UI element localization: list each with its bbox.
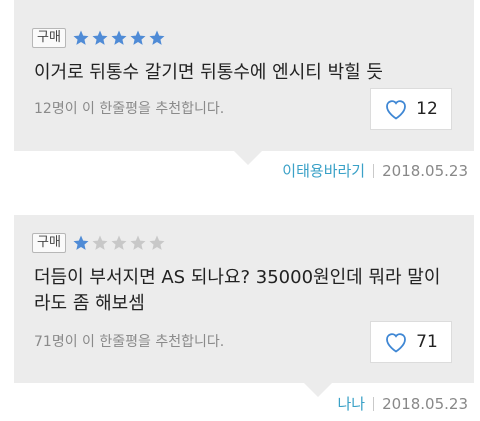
review-meta: 나나 2018.05.23 [338,393,469,414]
author-link[interactable]: 이태용바라기 [282,160,365,181]
star-rating [72,234,167,252]
star-icon [130,30,146,45]
purchase-badge: 구매 [32,28,66,48]
like-count: 12 [416,99,438,119]
heart-icon [386,333,407,353]
star-icon [73,30,89,45]
review-date: 2018.05.23 [382,161,468,180]
review-text: 이거로 뒤통수 갈기면 뒤통수에 엔시티 박힐 듯 [34,62,383,83]
like-button[interactable]: 71 [370,321,452,363]
star-icon [149,30,165,45]
heart-icon [386,100,407,120]
purchase-badge: 구매 [32,233,66,253]
star-rating [72,29,167,47]
review-meta: 이태용바라기 2018.05.23 [282,160,468,181]
star-icon [111,235,127,250]
divider [373,396,375,411]
review-text: 더듬이 부서지면 AS 되나요? 35000원인데 뭐라 말이 라도 좀 해보셈 [34,267,441,314]
like-count: 71 [416,332,438,352]
star-icon [111,30,127,45]
star-icon [149,235,165,250]
divider [373,163,375,178]
review-header: 구매 [32,233,167,253]
recommend-count-text: 71명이 이 한줄평을 추천합니다. [34,334,225,350]
bubble-tail [304,383,332,397]
star-icon [92,235,108,250]
review-date: 2018.05.23 [382,394,468,413]
recommend-count-text: 12명이 이 한줄평을 추천합니다. [34,101,225,117]
review-card: 구매 이거로 뒤통수 갈기면 뒤통수에 엔시티 박힐 듯 12명이 이 한줄평을… [14,0,474,185]
star-icon [92,30,108,45]
star-icon [73,235,89,250]
review-header: 구매 [32,28,167,48]
bubble-tail [234,151,262,165]
star-icon [130,235,146,250]
review-card: 구매 더듬이 부서지면 AS 되나요? 35000원인데 뭐라 말이 라도 좀 … [14,215,474,421]
author-link[interactable]: 나나 [338,393,366,414]
like-button[interactable]: 12 [370,88,452,130]
